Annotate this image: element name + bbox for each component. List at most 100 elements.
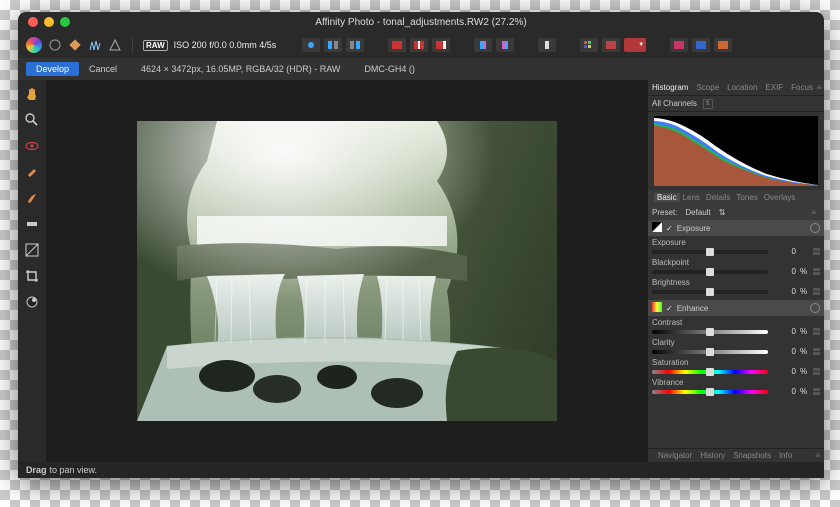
clip-highlights-button[interactable]: [432, 38, 450, 52]
panel-a-button[interactable]: [670, 38, 688, 52]
sync-button[interactable]: [538, 38, 556, 52]
cancel-button[interactable]: Cancel: [89, 64, 117, 74]
slider-value: 0: [772, 287, 796, 296]
subtab-details[interactable]: Details: [703, 193, 733, 202]
slider-track[interactable]: [652, 270, 768, 274]
grid-button[interactable]: [580, 38, 598, 52]
gradient-tool-icon[interactable]: [24, 242, 40, 258]
tab-scope[interactable]: Scope: [692, 83, 723, 92]
clip-mids-button[interactable]: [410, 38, 428, 52]
image-dimensions: 4624 × 3472px, 16.05MP, RGBA/32 (HDR) - …: [141, 64, 340, 74]
slider-thumb[interactable]: [706, 268, 714, 276]
view-tool-icon[interactable]: [24, 138, 40, 154]
value-stepper[interactable]: [812, 248, 820, 256]
subtab-overlays[interactable]: Overlays: [761, 193, 799, 202]
swatch-button[interactable]: [602, 38, 620, 52]
persona-tone-icon[interactable]: [88, 38, 102, 52]
reset-icon[interactable]: [810, 223, 820, 233]
value-stepper[interactable]: [812, 368, 820, 376]
slider-value: 0: [772, 387, 796, 396]
slider-track[interactable]: [652, 290, 768, 294]
tab-history[interactable]: History: [696, 451, 729, 460]
persona-liquify-icon[interactable]: [48, 38, 62, 52]
slider-thumb[interactable]: [706, 348, 714, 356]
slider-track[interactable]: [652, 350, 768, 354]
app-window: Affinity Photo - tonal_adjustments.RW2 (…: [18, 12, 824, 478]
subtab-tones[interactable]: Tones: [733, 193, 760, 202]
panel-b-button[interactable]: [692, 38, 710, 52]
value-stepper[interactable]: [812, 328, 820, 336]
develop-button[interactable]: Develop: [26, 62, 79, 76]
mirror-view-button[interactable]: [346, 38, 364, 52]
rotate-cw-button[interactable]: [474, 38, 492, 52]
color-dropdown[interactable]: ▼: [624, 38, 646, 52]
slider-value: 0: [772, 367, 796, 376]
tab-histogram[interactable]: Histogram: [648, 83, 692, 92]
value-stepper[interactable]: [812, 268, 820, 276]
value-stepper[interactable]: [812, 288, 820, 296]
preset-label: Preset:: [652, 208, 677, 217]
tab-info[interactable]: Info: [775, 451, 796, 460]
zoom-tool-icon[interactable]: [24, 112, 40, 128]
panel-c-button[interactable]: [714, 38, 732, 52]
canvas-viewport[interactable]: [46, 80, 648, 462]
hand-tool-icon[interactable]: [24, 86, 40, 102]
enhance-header[interactable]: ✓ Enhance: [648, 300, 824, 316]
top-toolbar: RAW ISO 200 f/0.0 0.0mm 4/5s ▼: [18, 32, 824, 58]
shot-metadata: ISO 200 f/0.0 0.0mm 4/5s: [174, 40, 277, 50]
slider-thumb[interactable]: [706, 248, 714, 256]
slider-track[interactable]: [652, 390, 768, 394]
rotate-ccw-button[interactable]: [496, 38, 514, 52]
slider-thumb[interactable]: [706, 388, 714, 396]
panel-menu-icon[interactable]: ≡: [815, 451, 824, 460]
slider-thumb[interactable]: [706, 368, 714, 376]
separator: [132, 37, 133, 53]
histogram-display: [654, 116, 818, 186]
single-view-button[interactable]: [302, 38, 320, 52]
chevron-updown-icon[interactable]: ⇅: [719, 208, 726, 217]
preset-dropdown[interactable]: Default: [685, 208, 710, 217]
overlay-brush-icon[interactable]: [24, 216, 40, 232]
slider-track[interactable]: [652, 250, 768, 254]
blemish-tool-icon[interactable]: [24, 190, 40, 206]
subtab-basic[interactable]: Basic: [654, 193, 680, 202]
subtab-lens[interactable]: Lens: [680, 193, 703, 202]
channel-dropdown[interactable]: All Channels: [652, 99, 697, 108]
slider-track[interactable]: [652, 370, 768, 374]
chevron-updown-icon[interactable]: ⇅: [703, 99, 713, 109]
context-toolbar: Develop Cancel 4624 × 3472px, 16.05MP, R…: [18, 58, 824, 80]
persona-develop-icon[interactable]: [68, 38, 82, 52]
split-view-button[interactable]: [324, 38, 342, 52]
persona-export-icon[interactable]: [108, 38, 122, 52]
slider-label: Vibrance: [652, 378, 820, 387]
slider-thumb[interactable]: [706, 288, 714, 296]
clip-shadows-button[interactable]: [388, 38, 406, 52]
slider-value: 0: [772, 347, 796, 356]
check-icon[interactable]: ✓: [666, 304, 673, 313]
panel-menu-icon[interactable]: ≡: [811, 208, 820, 217]
bottom-panel-tabs: Navigator History Snapshots Info ≡: [648, 448, 824, 462]
right-swatch-group: [670, 38, 732, 52]
left-tool-strip: [18, 80, 46, 462]
exposure-header[interactable]: ✓ Exposure: [648, 220, 824, 236]
document-image[interactable]: [137, 121, 557, 421]
white-balance-tool-icon[interactable]: [24, 294, 40, 310]
channel-selector: All Channels ⇅: [648, 96, 824, 112]
red-eye-tool-icon[interactable]: [24, 164, 40, 180]
tab-location[interactable]: Location: [723, 83, 761, 92]
window-title: Affinity Photo - tonal_adjustments.RW2 (…: [18, 17, 824, 28]
tab-exif[interactable]: EXIF: [761, 83, 787, 92]
slider-thumb[interactable]: [706, 328, 714, 336]
crop-tool-icon[interactable]: [24, 268, 40, 284]
tab-snapshots[interactable]: Snapshots: [729, 451, 775, 460]
panel-menu-icon[interactable]: ≡: [817, 83, 826, 92]
view-mode-group: [302, 38, 364, 52]
tab-focus[interactable]: Focus: [787, 83, 817, 92]
main-area: Histogram Scope Location EXIF Focus ≡ Al…: [18, 80, 824, 462]
reset-icon[interactable]: [810, 303, 820, 313]
check-icon[interactable]: ✓: [666, 224, 673, 233]
value-stepper[interactable]: [812, 348, 820, 356]
value-stepper[interactable]: [812, 388, 820, 396]
slider-track[interactable]: [652, 330, 768, 334]
tab-navigator[interactable]: Navigator: [654, 451, 696, 460]
